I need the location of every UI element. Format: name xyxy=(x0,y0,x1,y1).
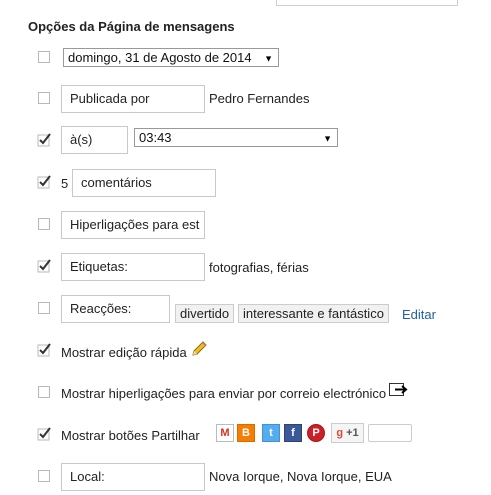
quick-edit-label: Mostrar edição rápida xyxy=(61,345,187,360)
gplus-count-bubble xyxy=(368,424,412,442)
edit-reactions-link[interactable]: Editar xyxy=(402,307,436,322)
location-input[interactable]: Local: xyxy=(61,463,205,491)
email-links-label: Mostrar hiperligações para enviar por co… xyxy=(61,386,387,401)
gplus-label: +1 xyxy=(346,427,359,439)
date-checkbox[interactable] xyxy=(38,51,50,63)
section-title: Opções da Página de mensagens xyxy=(28,19,235,34)
blogger-icon[interactable]: B xyxy=(237,424,255,442)
links-input[interactable]: Hiperligações para est xyxy=(61,211,205,239)
links-checkbox[interactable] xyxy=(38,218,50,230)
facebook-icon[interactable]: f xyxy=(284,424,302,442)
reactions-input[interactable]: Reacções: xyxy=(61,295,170,323)
comments-input[interactable]: comentários xyxy=(72,169,216,197)
labels-checkbox[interactable] xyxy=(36,258,52,274)
reaction-tag[interactable]: interessante e fantástico xyxy=(238,304,389,323)
labels-input[interactable]: Etiquetas: xyxy=(61,253,205,281)
quick-edit-checkbox[interactable] xyxy=(36,342,52,358)
email-post-icon xyxy=(389,383,409,400)
time-prefix-input[interactable]: à(s) xyxy=(61,126,128,154)
date-select-value: domingo, 31 de Agosto de 2014 xyxy=(68,50,252,65)
published-by-input[interactable]: Publicada por xyxy=(61,85,205,113)
labels-value: fotografias, férias xyxy=(209,260,309,275)
twitter-icon[interactable]: t xyxy=(262,424,280,442)
pinterest-icon[interactable]: P xyxy=(307,424,325,442)
date-select[interactable]: domingo, 31 de Agosto de 2014 ▼ xyxy=(63,48,279,67)
gplus-icon: g xyxy=(336,427,344,439)
top-field-edge xyxy=(276,0,458,6)
gmail-icon[interactable]: M xyxy=(216,424,234,442)
chevron-down-icon: ▼ xyxy=(323,132,332,143)
share-label: Mostrar botões Partilhar xyxy=(61,428,200,443)
email-links-checkbox[interactable] xyxy=(38,386,50,398)
published-by-checkbox[interactable] xyxy=(38,92,50,104)
time-checkbox[interactable] xyxy=(36,132,52,148)
time-select-value: 03:43 xyxy=(139,130,172,145)
location-checkbox[interactable] xyxy=(38,470,50,482)
time-select[interactable]: 03:43 ▼ xyxy=(134,128,338,147)
reactions-checkbox[interactable] xyxy=(38,302,50,314)
comment-count: 5 xyxy=(61,176,69,191)
location-value: Nova Iorque, Nova Iorque, EUA xyxy=(209,469,392,484)
reaction-tag[interactable]: divertido xyxy=(175,304,235,323)
comments-checkbox[interactable] xyxy=(36,174,52,190)
gplus-button[interactable]: g +1 xyxy=(331,423,364,443)
share-checkbox[interactable] xyxy=(36,426,52,442)
pencil-icon xyxy=(190,340,208,361)
chevron-down-icon: ▼ xyxy=(264,52,273,63)
author-name: Pedro Fernandes xyxy=(209,91,310,106)
